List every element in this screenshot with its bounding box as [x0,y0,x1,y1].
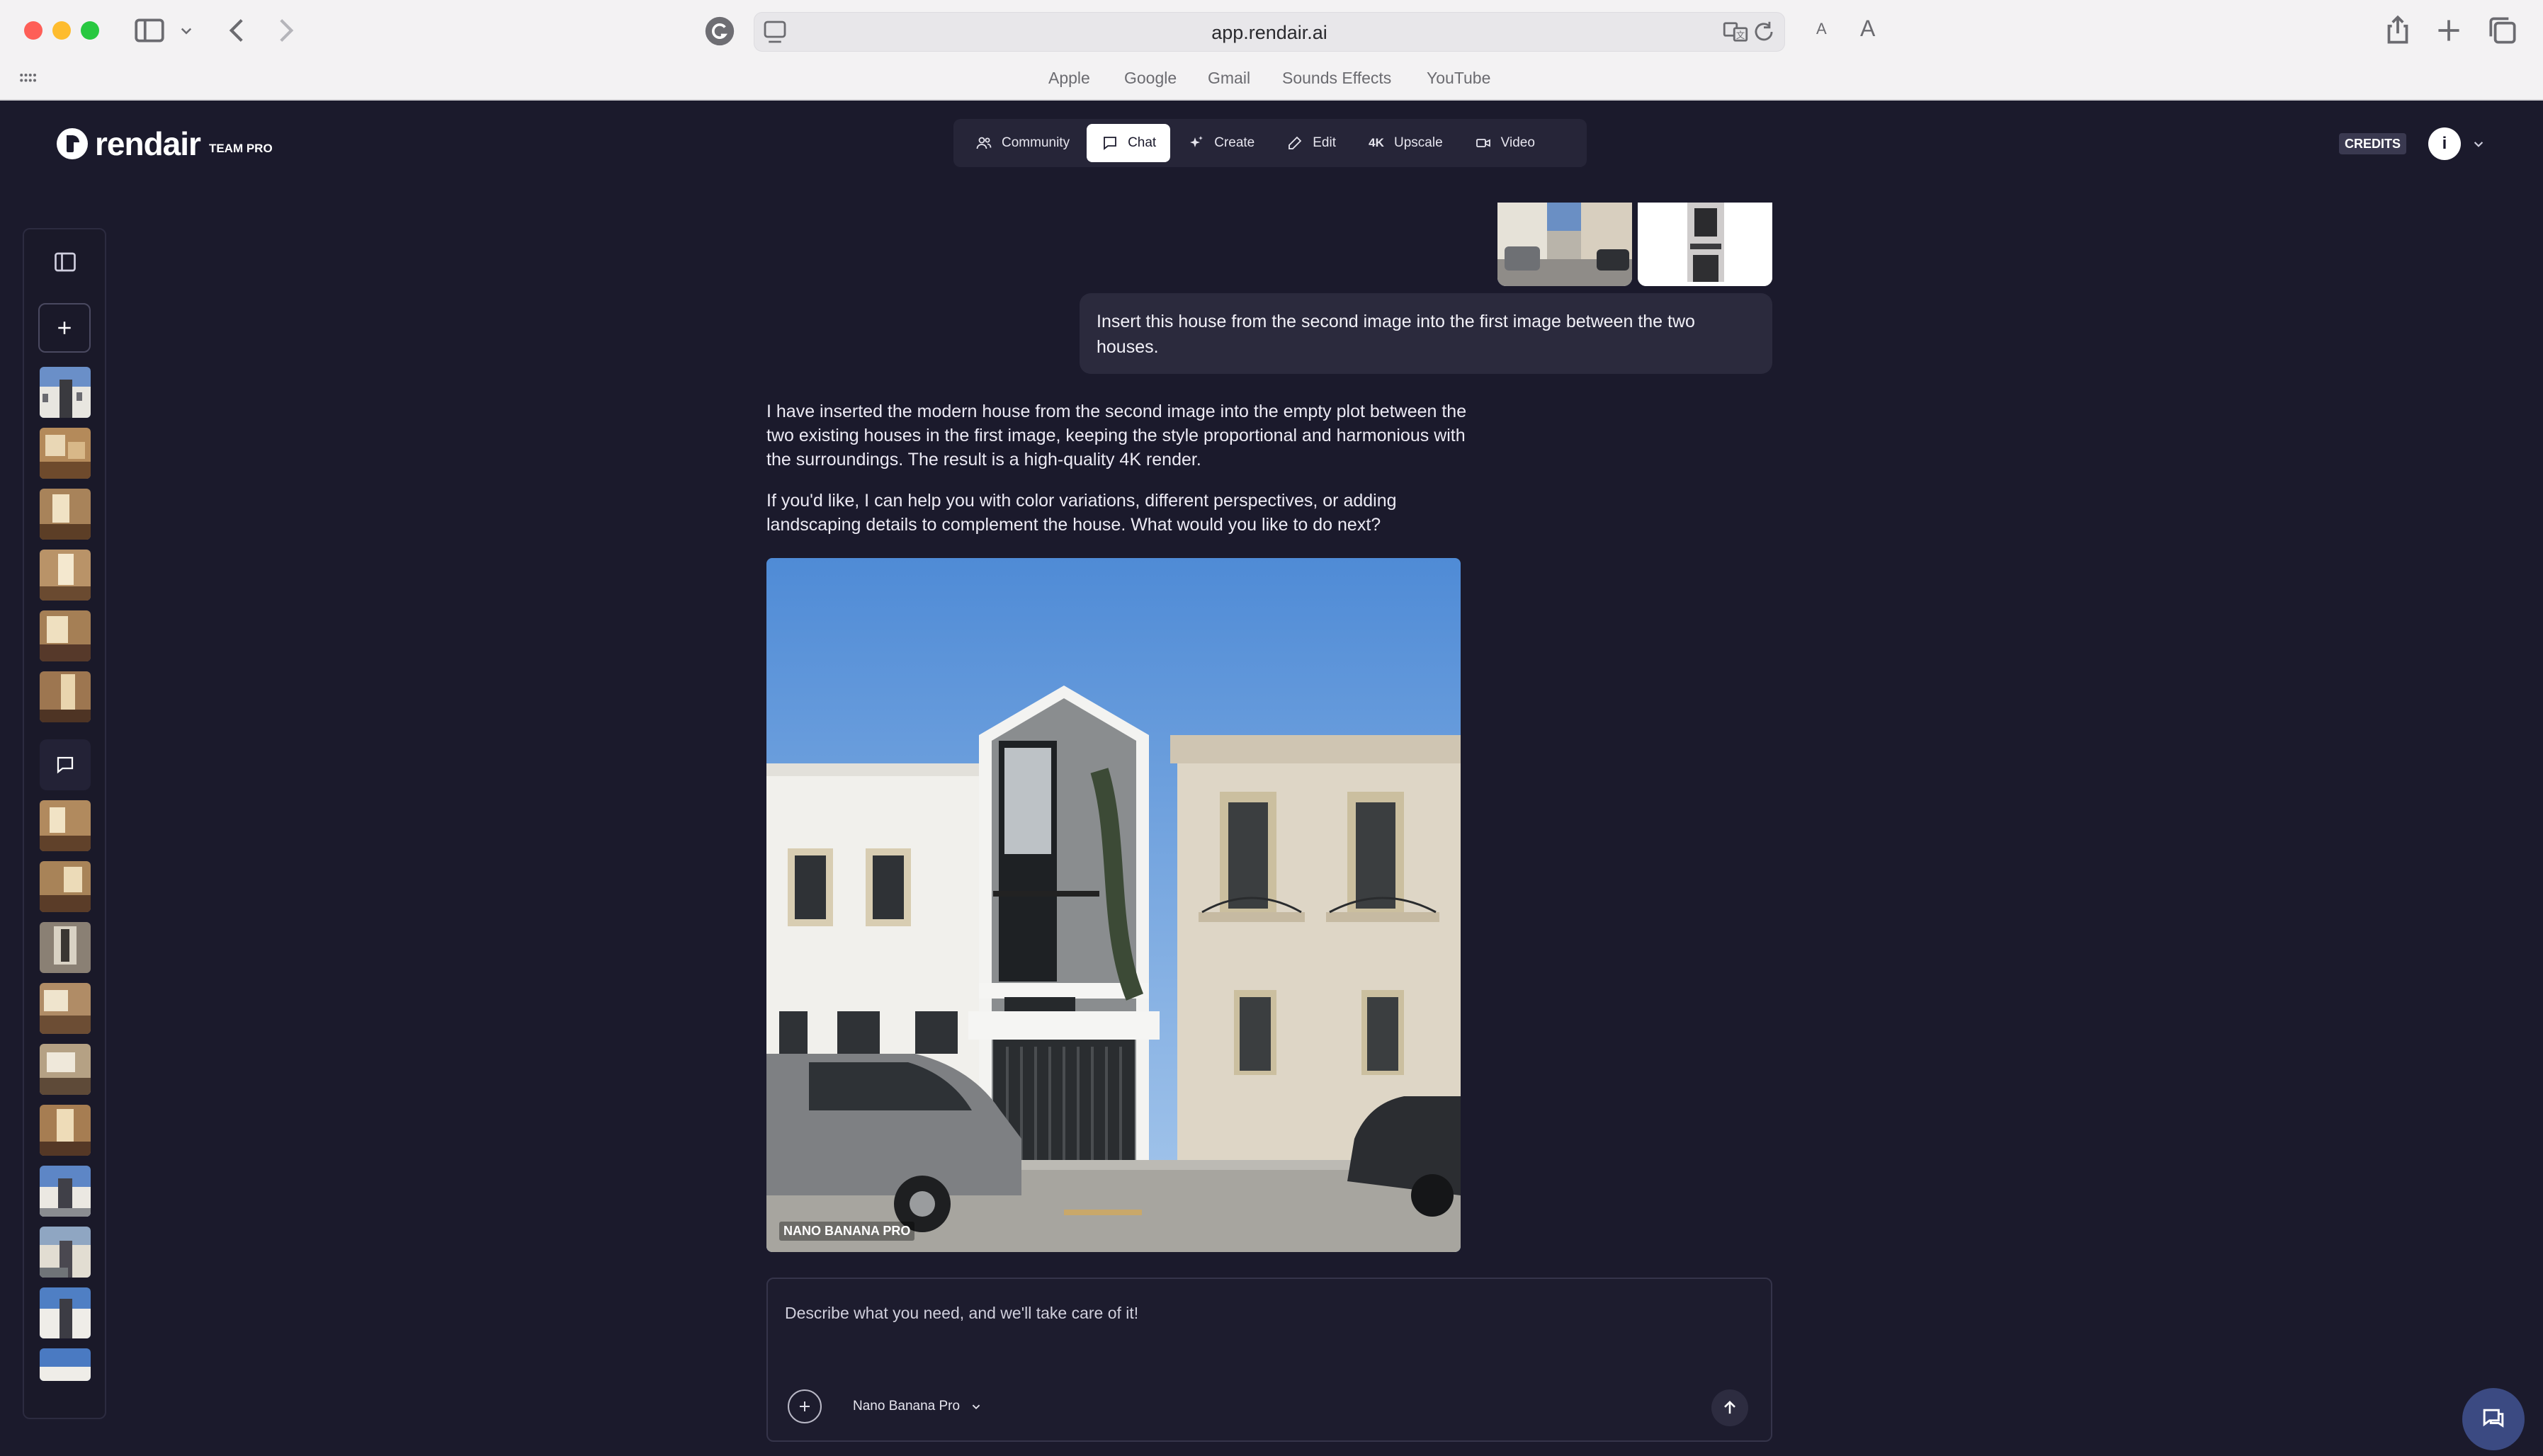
tab-community[interactable]: Community [961,124,1084,162]
user-message-bubble: Insert this house from the second image … [1080,293,1772,374]
rendair-logo-icon [57,128,88,159]
model-selector[interactable]: Nano Banana Pro [853,1394,984,1419]
history-thumbnail[interactable] [40,1044,91,1095]
new-chat-button[interactable] [38,303,91,353]
favorite-sounds-effects[interactable]: Sounds Effects [1282,65,1391,91]
tab-edit-label: Edit [1313,135,1336,150]
credits-button[interactable]: CREDITS [2339,133,2407,154]
chat-history-button[interactable] [40,739,91,790]
share-icon[interactable] [2380,13,2415,48]
tab-edit[interactable]: Edit [1272,124,1350,162]
grammarly-icon[interactable] [704,16,735,47]
text-larger-button[interactable]: A [1860,16,1875,42]
favorite-apple[interactable]: Apple [1048,65,1090,91]
history-thumbnail[interactable] [40,1348,91,1381]
history-thumbnail[interactable] [40,550,91,601]
attached-image-modern-house[interactable] [1638,203,1772,286]
sidebar-collapse-icon[interactable] [52,249,78,275]
assistant-message-paragraph: I have inserted the modern house from th… [766,402,1467,470]
forward-arrow-icon[interactable] [268,13,303,48]
favorite-youtube[interactable]: YouTube [1427,65,1490,91]
zoom-window-button[interactable] [81,21,99,40]
history-thumbnail[interactable] [40,428,91,479]
tab-video[interactable]: Video [1460,124,1549,162]
brand-name: rendair [95,125,201,162]
main-nav: Community Chat Create Edit 4K Upscale Vi… [953,119,1587,167]
favorite-gmail[interactable]: Gmail [1208,65,1250,91]
plus-icon [58,322,71,334]
back-arrow-icon[interactable] [220,13,255,48]
message-composer: Nano Banana Pro [766,1278,1772,1442]
tab-upscale-label: Upscale [1394,135,1443,150]
history-thumbnail[interactable] [40,1227,91,1278]
users-icon [975,134,993,152]
avatar[interactable]: i [2428,127,2461,160]
new-tab-icon[interactable] [2431,13,2466,48]
chat-icon [57,756,74,774]
chevron-down-icon[interactable] [176,13,197,48]
plus-icon [800,1401,810,1411]
history-thumbnail[interactable] [40,861,91,912]
plan-tier: TEAM PRO [208,142,273,155]
text-smaller-button[interactable]: A [1816,20,1827,38]
history-thumbnail[interactable] [40,800,91,851]
favorite-google[interactable]: Google [1124,65,1177,91]
prompt-input[interactable] [785,1293,1706,1333]
history-thumbnail[interactable] [40,1166,91,1217]
history-sidebar [23,228,106,1419]
history-thumbnail[interactable] [40,610,91,661]
tab-chat-label: Chat [1128,135,1157,150]
brand-logo[interactable]: rendair TEAM PRO [57,125,273,162]
close-window-button[interactable] [24,21,43,40]
sparkle-icon [1187,134,1206,152]
address-bar[interactable]: app.rendair.ai 文 [754,12,1785,52]
url-text: app.rendair.ai [1211,22,1327,43]
model-badge: NANO BANANA PRO [779,1222,915,1241]
model-selector-label: Nano Banana Pro [853,1399,961,1414]
attached-image-street[interactable] [1497,203,1632,286]
upscale-4k-badge: 4K [1369,136,1384,149]
video-icon [1474,134,1493,152]
chat-icon [1101,134,1119,152]
history-thumbnail[interactable] [40,1105,91,1156]
tab-video-label: Video [1500,135,1535,150]
chat-bubble-icon [2483,1409,2504,1428]
attach-button[interactable] [788,1389,822,1423]
assistant-message-paragraph: If you'd like, I can help you with color… [766,491,1397,535]
generated-image[interactable]: NANO BANANA PRO [766,558,1461,1252]
minimize-window-button[interactable] [52,21,71,40]
tab-upscale[interactable]: 4K Upscale [1353,124,1457,162]
history-thumbnail[interactable] [40,671,91,722]
browser-toolbar: app.rendair.ai 文 A A Apple Google Gmail … [0,0,2543,101]
svg-text:文: 文 [1736,30,1745,40]
history-thumbnail[interactable] [40,983,91,1034]
send-button[interactable] [1711,1389,1748,1426]
tab-create[interactable]: Create [1173,124,1269,162]
chevron-down-icon [972,1404,980,1410]
tab-community-label: Community [1002,135,1070,150]
tab-chat[interactable]: Chat [1087,124,1171,162]
history-thumbnail[interactable] [40,489,91,540]
history-thumbnail[interactable] [40,367,91,418]
favorites-grid-icon[interactable] [17,68,38,89]
chevron-down-icon[interactable] [2469,135,2488,153]
tab-overview-icon[interactable] [2485,13,2520,48]
arrow-up-icon [1724,1401,1735,1414]
pencil-icon [1286,134,1304,152]
tab-create-label: Create [1214,135,1255,150]
reload-icon[interactable] [1750,18,1777,45]
history-thumbnail[interactable] [40,1287,91,1338]
translate-icon[interactable]: 文 [1721,17,1750,47]
support-chat-button[interactable] [2462,1388,2525,1450]
sidebar-toggle-icon[interactable] [132,13,167,48]
history-thumbnail[interactable] [40,922,91,973]
